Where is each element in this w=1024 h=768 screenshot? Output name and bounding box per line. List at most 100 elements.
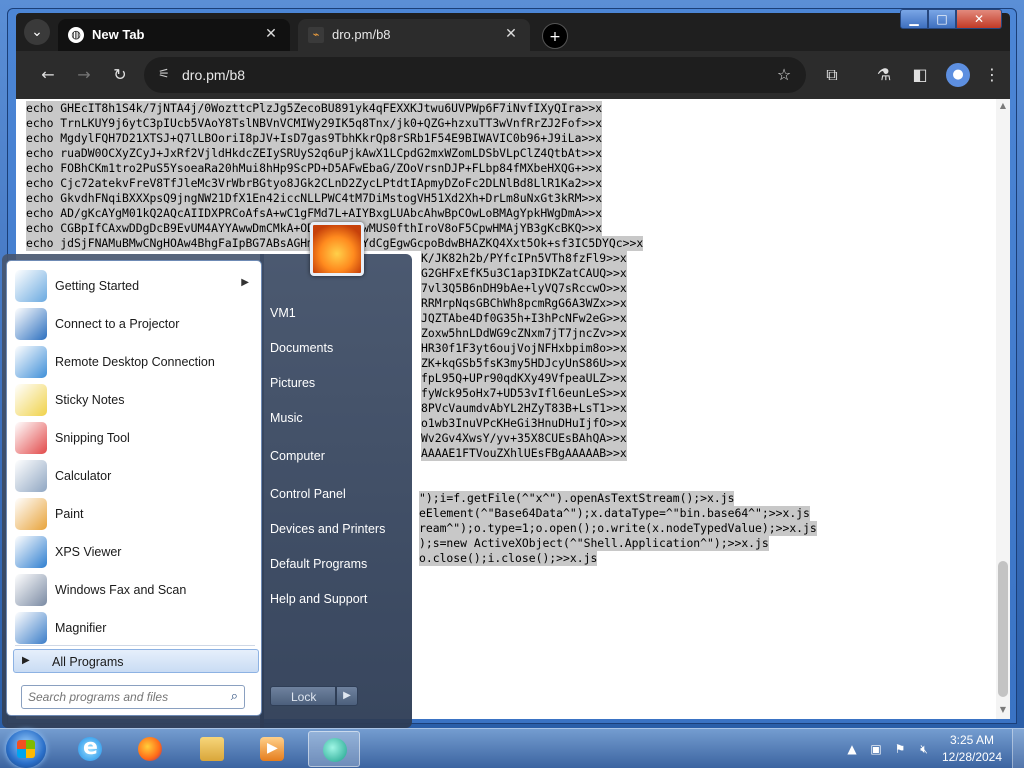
extensions-icon[interactable]: ⧉ [820, 63, 844, 87]
program-item[interactable]: Paint [11, 495, 257, 533]
code-line: echo GHEcIT8h1S4k/7jNTA4j/0WozttcPlzJg5Z… [26, 101, 603, 116]
start-link[interactable]: Documents [266, 333, 400, 363]
start-link-label: Control Panel [270, 487, 346, 501]
labs-icon[interactable]: ⚗ [872, 63, 896, 87]
start-link[interactable]: Music [266, 403, 400, 433]
volume-muted-icon[interactable]: 🔇︎ [916, 741, 932, 757]
user-picture[interactable] [310, 222, 364, 276]
start-link[interactable]: Computer [266, 441, 400, 471]
program-item[interactable]: Getting Started ▶ [11, 267, 257, 305]
magnifier-icon [15, 612, 47, 644]
clock-date[interactable]: 12/28/2024 [936, 750, 1008, 764]
browser-icon [323, 738, 347, 762]
close-tab-icon[interactable]: ✕ [262, 25, 280, 43]
taskbar-media-player[interactable] [246, 731, 298, 767]
taskbar-firefox[interactable] [124, 731, 176, 767]
folder-icon [200, 737, 224, 761]
firefox-icon [138, 737, 162, 761]
forward-icon[interactable]: → [72, 63, 96, 87]
scrollbar[interactable]: ▲ ▼ [996, 99, 1010, 719]
code-line: o.close();i.close();>>x.js [419, 551, 598, 566]
page-favicon-icon: ⌁ [308, 27, 324, 43]
lock-label: Lock [291, 690, 317, 704]
start-link[interactable]: Pictures [266, 368, 400, 398]
bookmark-star-icon[interactable]: ☆ [772, 63, 796, 87]
program-item[interactable]: Connect to a Projector [11, 305, 257, 343]
shutdown-options-arrow[interactable]: ▶ [336, 686, 358, 706]
projector-icon [15, 308, 47, 340]
search-input[interactable] [28, 689, 218, 705]
code-line: G2GHFxEfK5u3C1ap3IDKZatCAUQ>>x [421, 266, 627, 281]
side-panel-icon[interactable]: ◧ [908, 63, 932, 87]
tray-expand-icon[interactable]: ▲ [844, 741, 860, 757]
clock-time[interactable]: 3:25 AM [942, 733, 1002, 747]
start-link[interactable]: Control Panel [266, 479, 400, 509]
maximize-button[interactable]: □ [928, 9, 956, 29]
program-label: XPS Viewer [55, 545, 122, 559]
triangle-right-icon: ▶ [22, 655, 30, 666]
code-line: AAAAE1FTVouZXhlUEsFBgAAAAAB>>x [421, 446, 627, 461]
program-item[interactable]: Sticky Notes [11, 381, 257, 419]
address-bar[interactable]: ⚟ dro.pm/b8 ☆ [144, 57, 806, 93]
network-icon[interactable]: ▣ [868, 741, 884, 757]
taskbar-internet-explorer[interactable] [64, 731, 116, 767]
code-line: o1wb3InuVPcKHeGi3HnuDHuIjfO>>x [421, 416, 627, 431]
action-center-icon[interactable]: ⚑ [892, 741, 908, 757]
new-tab-button[interactable]: + [542, 23, 568, 49]
program-item[interactable]: XPS Viewer [11, 533, 257, 571]
program-item[interactable]: Remote Desktop Connection [11, 343, 257, 381]
profile-avatar[interactable]: ● [946, 63, 970, 87]
taskbar-browser[interactable] [308, 731, 360, 767]
tab-strip: ⌄ ◍ New Tab ✕ ⌁ dro.pm/b8 ✕ + ▁ □ ✕ [16, 9, 1010, 51]
search-box[interactable]: ⌕ [21, 685, 245, 709]
start-link[interactable]: Devices and Printers [266, 514, 400, 544]
start-link-label: Documents [270, 341, 334, 355]
program-label: Calculator [55, 469, 112, 483]
tab-title: New Tab [92, 27, 145, 42]
start-link[interactable]: VM1 [266, 298, 400, 328]
tab-new-tab[interactable]: ◍ New Tab ✕ [58, 19, 290, 51]
code-line: RRMrpNqsGBChWh8pcmRgG6A3WZx>>x [421, 296, 627, 311]
code-line: JQZTAbe4Df0G35h+I3hPcNFw2eG>>x [421, 311, 627, 326]
site-info-icon[interactable]: ⚟ [154, 65, 174, 85]
tab-dro-pm[interactable]: ⌁ dro.pm/b8 ✕ [298, 19, 530, 51]
start-link-label: Devices and Printers [270, 522, 386, 536]
back-icon[interactable]: ← [36, 63, 60, 87]
menu-kebab-icon[interactable]: ⋮ [980, 63, 1004, 87]
program-item[interactable]: Windows Fax and Scan [11, 571, 257, 609]
code-line: ZK+kqGSb5fsK3my5HDJcyUnS86U>>x [421, 356, 627, 371]
lock-button[interactable]: Lock [270, 686, 336, 706]
close-window-button[interactable]: ✕ [956, 9, 1002, 29]
reload-icon[interactable]: ↻ [108, 63, 132, 87]
program-item[interactable]: Calculator [11, 457, 257, 495]
start-link[interactable]: Help and Support [266, 584, 400, 614]
search-icon[interactable]: ⌕ [231, 689, 238, 704]
start-link-label: Music [270, 411, 303, 425]
minimize-button[interactable]: ▁ [900, 9, 928, 29]
tab-search-button[interactable]: ⌄ [24, 19, 50, 45]
close-tab-icon[interactable]: ✕ [502, 25, 520, 43]
taskbar-file-explorer[interactable] [186, 731, 238, 767]
code-line: 7vl3Q5B6nDH9bAe+lyVQ7sRccwO>>x [421, 281, 627, 296]
scroll-thumb[interactable] [998, 561, 1008, 697]
system-tray: ▲ ▣ ⚑ 🔇︎ 3:25 AM 12/28/2024 [840, 729, 1024, 768]
start-menu: Getting Started ▶ Connect to a Projector Re… [2, 222, 412, 728]
program-item[interactable]: Snipping Tool [11, 419, 257, 457]
code-line: echo Cjc72atekvFreV8TfJleMc3VrWbrBGtyo8J… [26, 176, 603, 191]
code-line: eElement(^"Base64Data^");x.dataType=^"bi… [419, 506, 810, 521]
program-label: Magnifier [55, 621, 107, 635]
start-button[interactable] [6, 730, 46, 768]
getting-started-icon [15, 270, 47, 302]
scroll-up-icon[interactable]: ▲ [998, 101, 1008, 111]
browser-toolbar: ← → ↻ ⚟ dro.pm/b8 ☆ ⧉ ⚗ ◧ ● ⋮ [16, 51, 1010, 99]
show-desktop-button[interactable] [1012, 729, 1024, 768]
scroll-down-icon[interactable]: ▼ [998, 705, 1008, 715]
tab-title: dro.pm/b8 [332, 27, 391, 42]
program-label: Connect to a Projector [55, 317, 180, 331]
program-item[interactable]: Magnifier [11, 609, 257, 647]
start-link[interactable]: Default Programs [266, 549, 400, 579]
start-link-label: Computer [270, 449, 325, 463]
divider [15, 645, 255, 646]
all-programs-button[interactable]: ▶ All Programs [13, 649, 259, 673]
program-label: Snipping Tool [55, 431, 130, 445]
